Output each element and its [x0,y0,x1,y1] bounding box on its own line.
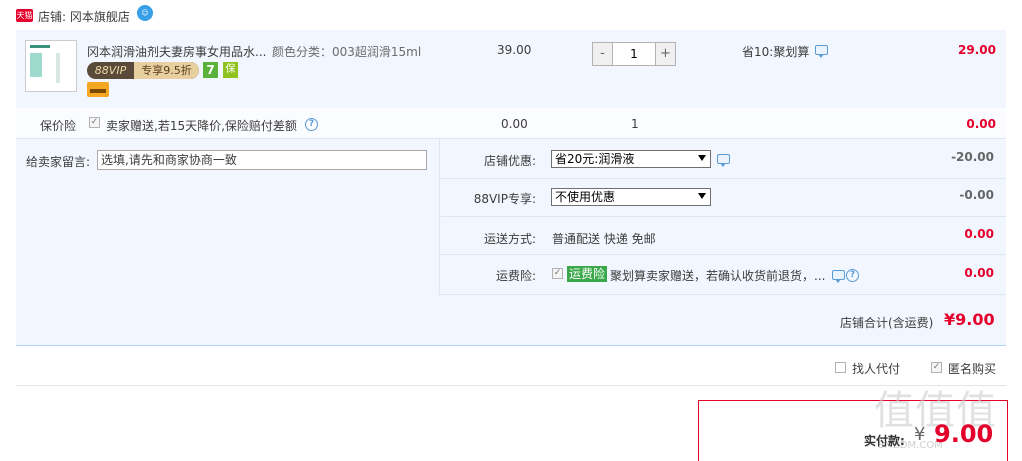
vip-amount: -0.00 [959,188,994,202]
shop-total-label: 店铺合计(含运费) [840,316,934,330]
comment-bubble-icon[interactable] [832,270,845,283]
insurance-price: 0.00 [501,117,528,131]
pay-for-me-label[interactable]: 找人代付 [852,360,900,377]
wangwang-chat-icon[interactable]: ☺ [137,5,153,21]
pay-currency: ¥ [914,424,926,445]
vip-label: 88VIP专享: [473,192,536,206]
insurance-label: 保价险 [40,119,77,133]
tmall-logo: 天猫 [16,9,33,22]
freight-insurance-description: 聚划算卖家赠送，若确认收货前退货，... [610,269,826,283]
anonymous-checkbox[interactable]: ✓ [931,362,942,373]
pay-amount-value: 9.00 [934,420,994,448]
promo-label: 省10:聚划算 [742,45,810,59]
shop-name-link[interactable]: 店铺: 冈本旗舰店 [38,8,130,25]
freight-insurance-label: 运费险: [495,269,536,283]
row-divider [441,254,1006,255]
dropdown-arrow-icon [698,193,706,199]
quantity-input[interactable]: 1 [612,42,656,66]
shipping-amount: 0.00 [964,227,994,241]
credit-card-icon [87,82,109,97]
shop-total-value: ¥9.00 [944,310,995,329]
shop-discount-label: 店铺优惠: [483,154,536,168]
question-help-icon[interactable]: ? [846,269,859,282]
insurance-checkbox[interactable]: ✓ [89,117,100,128]
sku-label: 颜色分类：003超润滑15ml [272,45,422,59]
quantity-increase-button[interactable]: + [655,42,676,66]
seller-message-input[interactable]: 选填,请先和商家协商一致 [97,150,427,170]
product-thumbnail[interactable] [25,40,77,92]
comment-bubble-icon[interactable] [815,45,828,58]
row-divider [441,216,1006,217]
freight-insurance-checkbox[interactable]: ✓ [552,268,563,279]
vip-selected: 不使用优惠 [555,190,616,204]
vip-badge-left: 88VIP [94,64,127,77]
item-total-price: 29.00 [958,43,996,57]
comment-bubble-icon[interactable] [717,154,730,167]
vip-badge-right: 专享9.5折 [134,62,199,79]
vip-select[interactable]: 不使用优惠 [551,188,711,206]
row-divider [441,178,1006,179]
freight-insurance-amount: 0.00 [964,266,994,280]
guarantee-icon: 保 [223,62,238,78]
dropdown-arrow-icon [698,155,706,161]
seller-message-label: 给卖家留言: [26,155,91,169]
insurance-quantity: 1 [631,117,639,131]
insurance-total: 0.00 [966,117,996,131]
product-title-link[interactable]: 冈本润滑油剂夫妻房事女用品水... [87,43,266,60]
pay-for-me-checkbox[interactable] [835,362,846,373]
divider [16,385,1006,386]
quantity-decrease-button[interactable]: - [592,42,613,66]
shop-discount-select[interactable]: 省20元:润滑液 [551,150,711,168]
insurance-description: 卖家赠送,若15天降价,保险赔付差额 [106,119,297,133]
row-divider [441,294,1006,295]
freight-insurance-badge: 运费险 [567,266,608,282]
vip-discount-badge: 88VIP 专享9.5折 [87,62,199,79]
pay-amount-label: 实付款: [864,434,905,448]
shop-discount-selected: 省20元:润滑液 [555,152,635,166]
shop-discount-amount: -20.00 [951,150,994,164]
seven-day-return-icon: 7 [203,62,218,78]
shipping-label: 运送方式: [483,232,536,246]
unit-price: 39.00 [497,43,532,57]
question-help-icon[interactable]: ? [305,118,318,131]
shipping-method: 普通配送 快递 免邮 [552,232,656,246]
anonymous-label[interactable]: 匿名购买 [948,360,996,377]
